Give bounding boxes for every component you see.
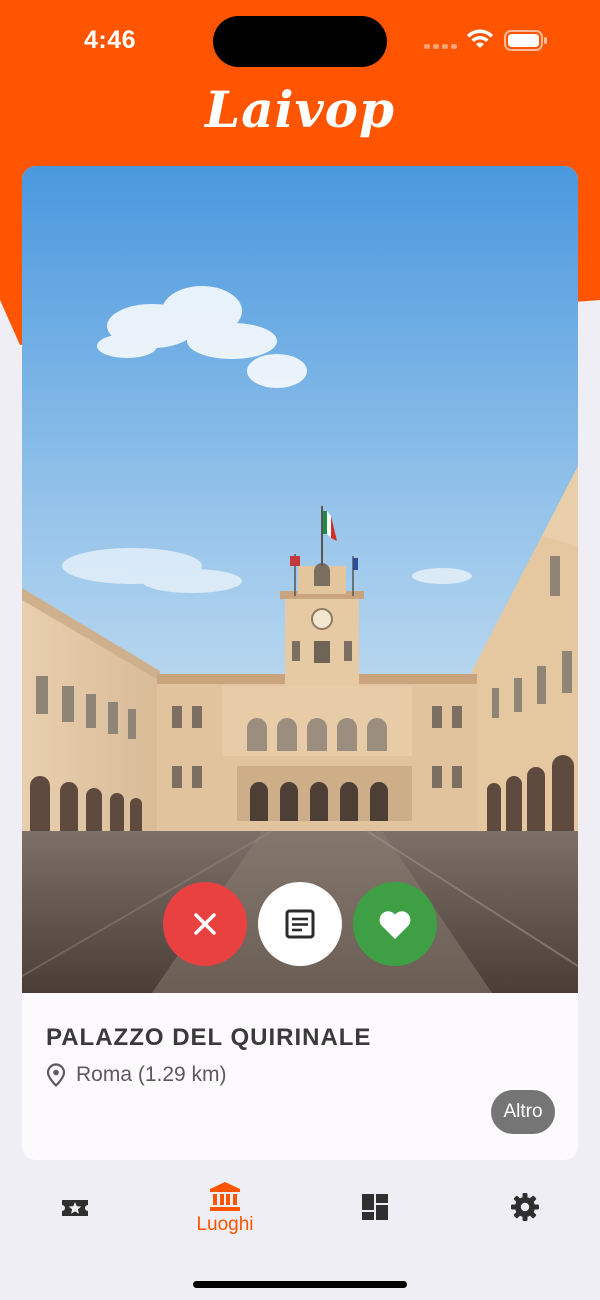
reject-button[interactable] (163, 882, 247, 966)
museum-icon (210, 1182, 240, 1211)
place-location-text: Roma (1.29 km) (76, 1063, 227, 1086)
app-logo: Laivop (205, 80, 395, 139)
place-name: PALAZZO DEL QUIRINALE (46, 1024, 372, 1051)
place-location: Roma (1.29 km) (46, 1063, 227, 1087)
wifi-icon (467, 29, 493, 48)
tab-places-label: Luoghi (196, 1214, 254, 1235)
battery-icon (504, 30, 547, 51)
place-card[interactable]: PALAZZO DEL QUIRINALE Roma (1.29 km) Alt… (22, 166, 578, 1160)
article-icon (285, 909, 315, 939)
more-button[interactable]: Altro (491, 1090, 555, 1134)
details-button[interactable] (258, 882, 342, 966)
home-indicator (193, 1281, 407, 1288)
status-time: 4:46 (84, 26, 137, 54)
heart-icon (379, 911, 411, 939)
tab-dashboard[interactable] (320, 1180, 430, 1222)
status-bar: 4:46 (0, 0, 600, 80)
gear-icon (511, 1193, 539, 1221)
tab-places[interactable]: Luoghi (170, 1180, 280, 1236)
dynamic-island (213, 16, 387, 67)
tab-settings[interactable] (470, 1180, 580, 1222)
tab-events[interactable] (20, 1180, 130, 1224)
like-button[interactable] (353, 882, 437, 966)
ticket-star-icon (62, 1200, 88, 1216)
close-icon (194, 913, 216, 935)
dashboard-icon (362, 1194, 388, 1220)
place-photo (22, 166, 578, 993)
cellular-signal-icon (424, 44, 457, 49)
location-pin-icon (46, 1063, 66, 1087)
